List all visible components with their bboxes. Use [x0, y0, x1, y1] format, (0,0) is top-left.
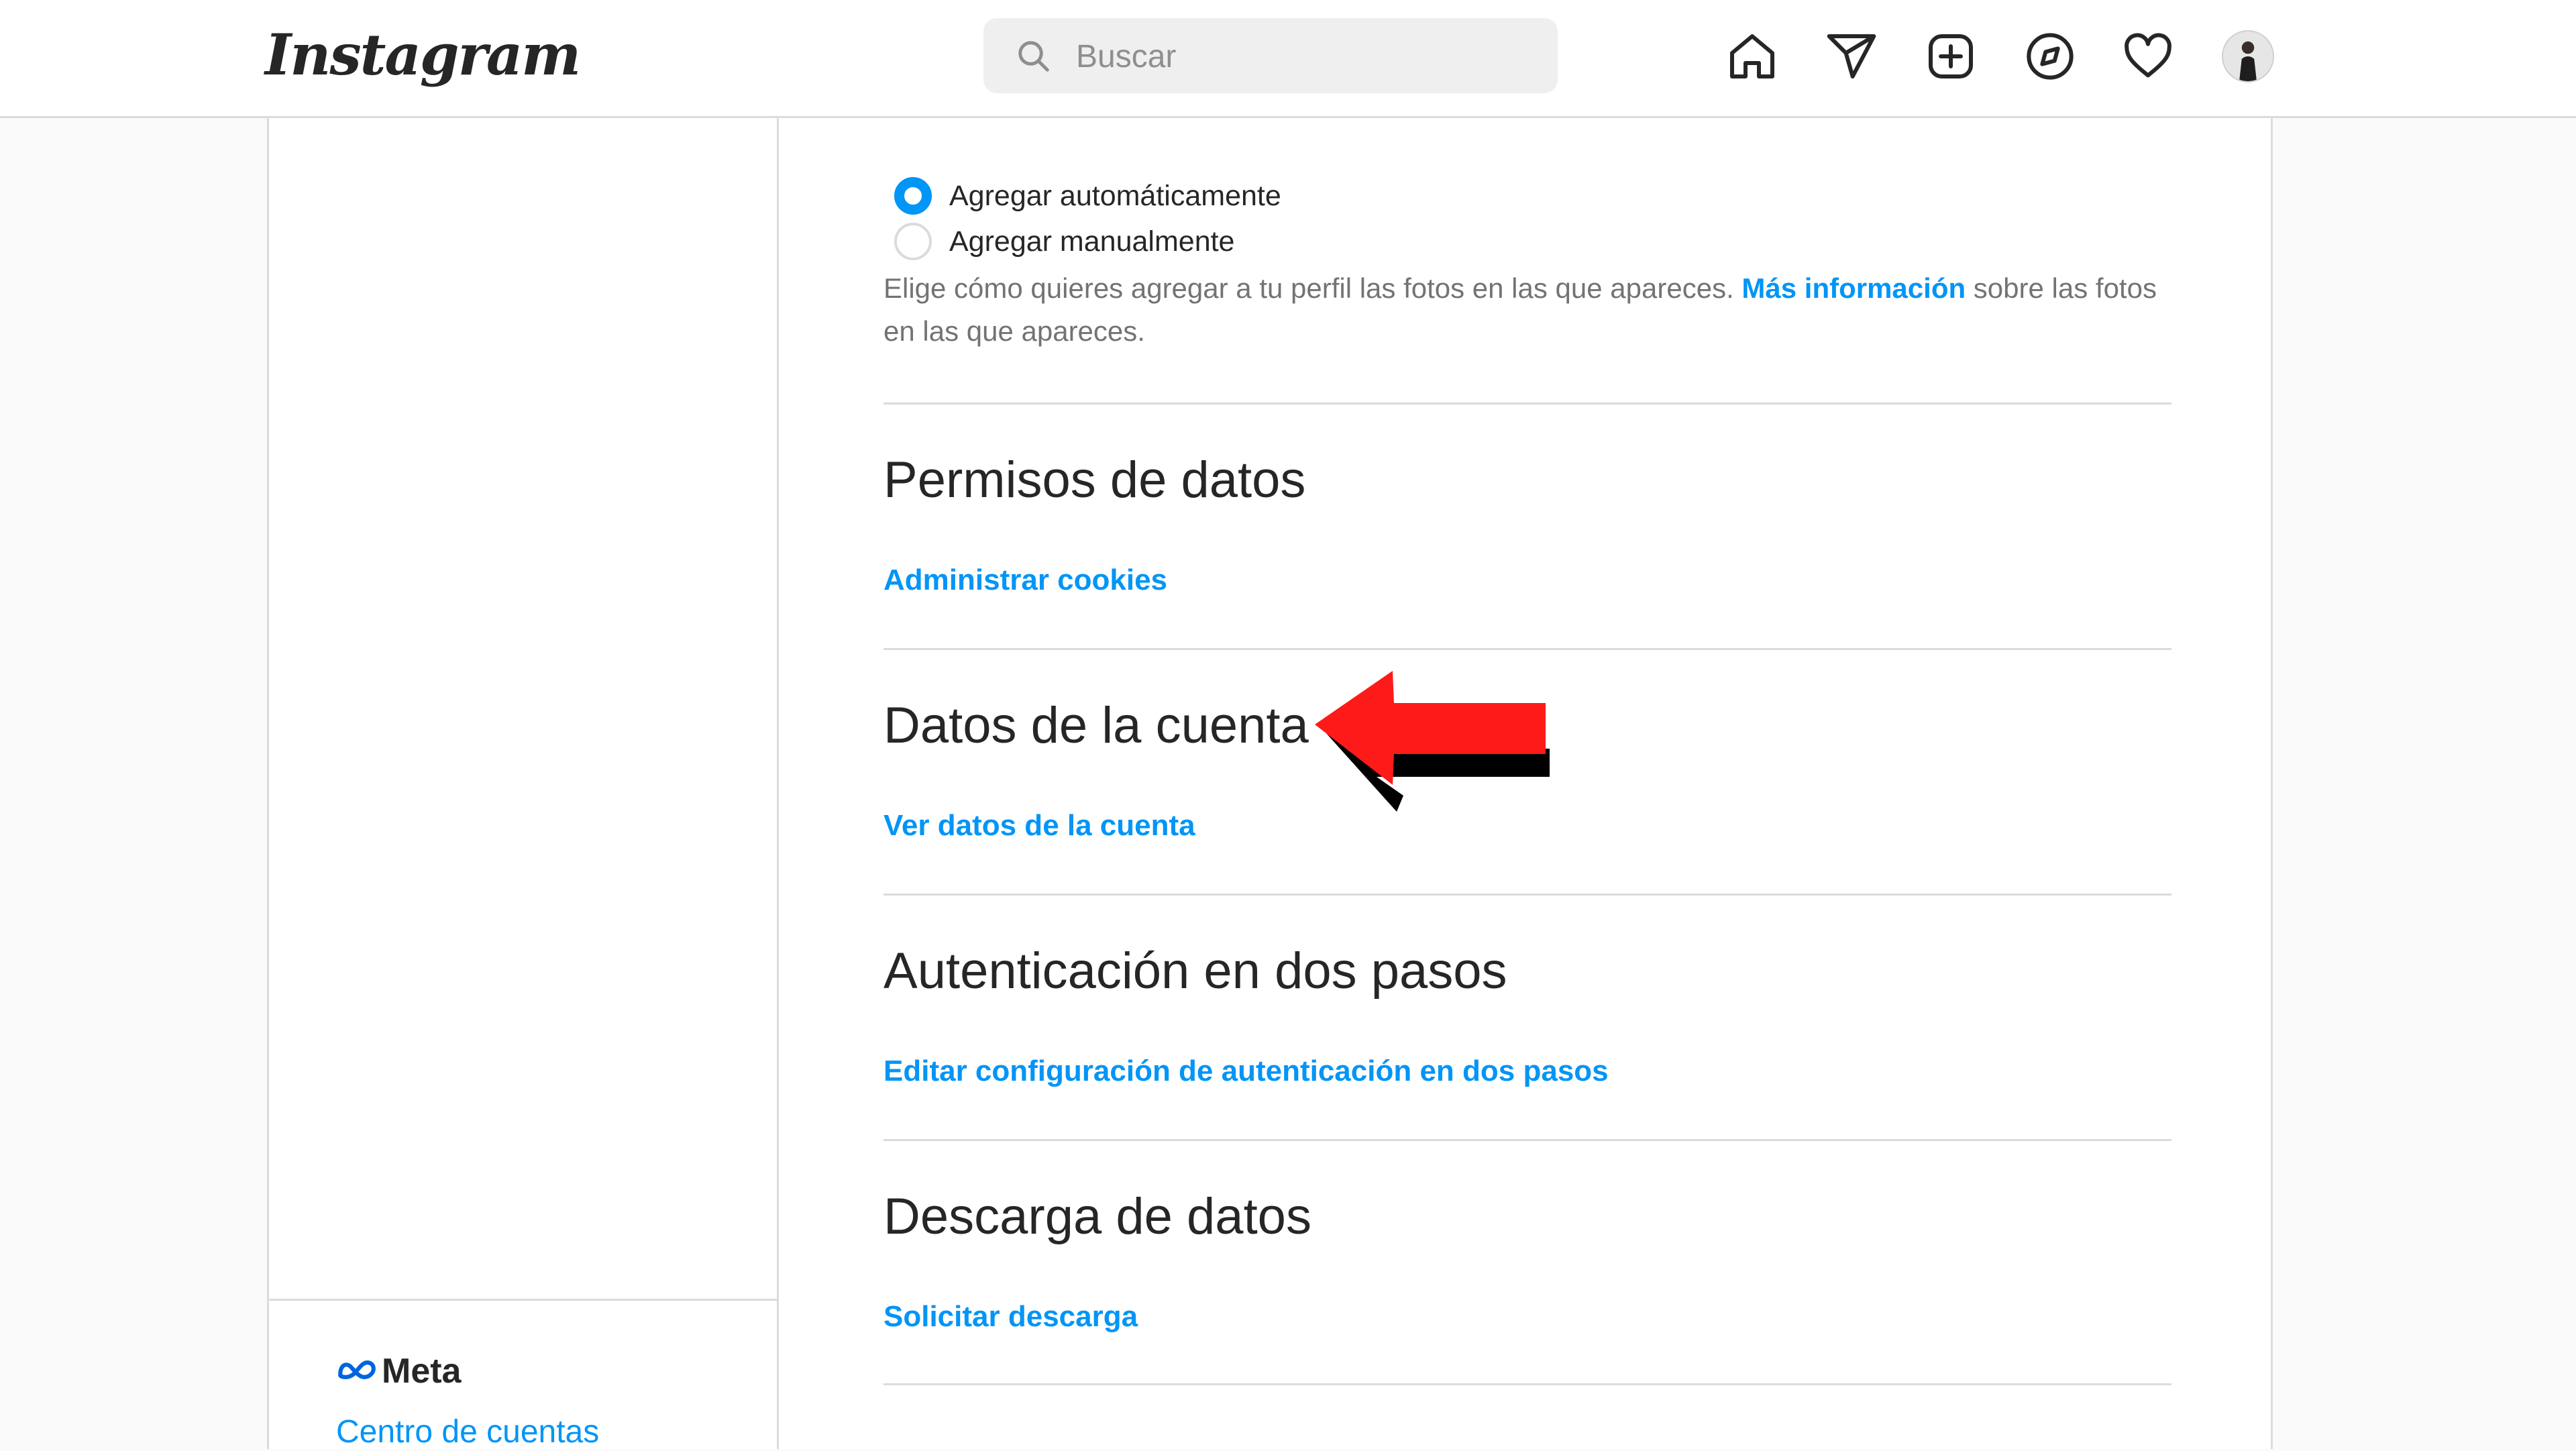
section-divider	[883, 1139, 2171, 1141]
view-account-data-link[interactable]: Ver datos de la cuenta	[883, 809, 1195, 843]
request-download-link[interactable]: Solicitar descarga	[883, 1300, 1138, 1334]
section-title-data-download: Descarga de datos	[883, 1188, 1311, 1245]
direct-message-icon[interactable]	[1825, 30, 1878, 83]
meta-logo-text: Meta	[382, 1352, 462, 1391]
explore-icon[interactable]	[2023, 30, 2077, 83]
help-text-part: Elige cómo quieres agregar a tu perfil l…	[883, 272, 1742, 304]
section-title-data-permissions: Permisos de datos	[883, 451, 1306, 508]
meta-logo: Meta	[336, 1351, 461, 1391]
radio-add-manually[interactable]: Agregar manualmente	[894, 223, 1234, 260]
search-bar[interactable]: Buscar	[983, 18, 1558, 93]
radio-button-selected[interactable]	[894, 177, 932, 215]
home-icon[interactable]	[1725, 30, 1779, 83]
photos-of-you-help-text: Elige cómo quieres agregar a tu perfil l…	[883, 267, 2171, 353]
radio-add-automatically[interactable]: Agregar automáticamente	[894, 177, 1281, 215]
activity-heart-icon[interactable]	[2121, 30, 2175, 83]
section-divider	[883, 894, 2171, 896]
settings-sidebar: Meta Centro de cuentas	[269, 118, 779, 1451]
edit-two-factor-link[interactable]: Editar configuración de autenticación en…	[883, 1055, 1609, 1088]
settings-card: Meta Centro de cuentas Agregar automátic…	[267, 118, 2273, 1451]
search-input[interactable]: Buscar	[1076, 38, 1176, 75]
manage-cookies-link[interactable]: Administrar cookies	[883, 563, 1167, 597]
profile-avatar[interactable]	[2222, 30, 2274, 83]
section-title-two-factor: Autenticación en dos pasos	[883, 943, 1507, 1000]
sidebar-footer: Meta Centro de cuentas	[269, 1299, 777, 1451]
radio-label: Agregar manualmente	[949, 225, 1235, 258]
section-divider	[883, 402, 2171, 405]
more-info-link[interactable]: Más información	[1741, 272, 1966, 304]
new-post-icon[interactable]	[1924, 30, 1978, 83]
radio-button-unselected[interactable]	[894, 223, 932, 260]
instagram-logo[interactable]: Instagram	[265, 21, 581, 88]
meta-infinity-icon	[336, 1358, 378, 1385]
radio-label: Agregar automáticamente	[949, 179, 1281, 212]
section-divider	[883, 1383, 2171, 1385]
section-divider	[883, 648, 2171, 650]
accounts-center-link[interactable]: Centro de cuentas	[336, 1413, 599, 1450]
search-icon	[1016, 38, 1052, 74]
red-annotation-arrow-icon	[1315, 671, 1550, 812]
section-title-account-data: Datos de la cuenta	[883, 697, 1309, 754]
top-navigation-bar: Instagram Buscar	[0, 0, 2576, 118]
